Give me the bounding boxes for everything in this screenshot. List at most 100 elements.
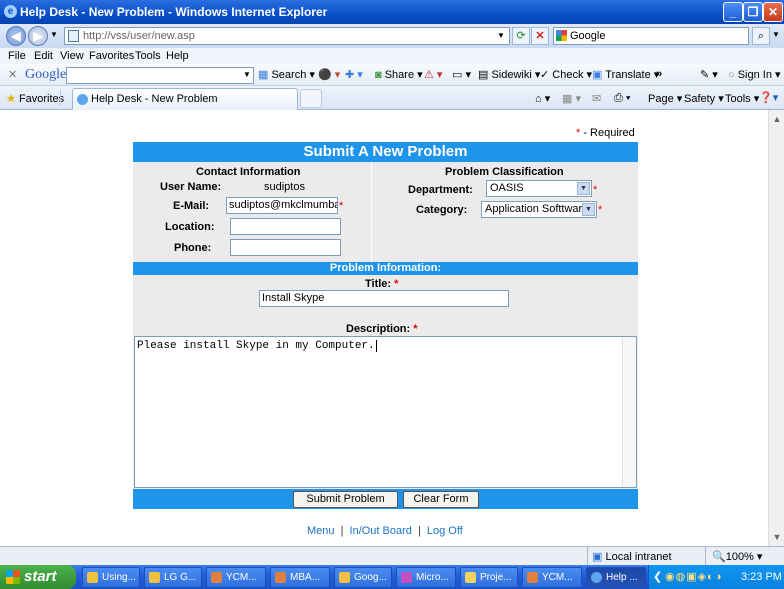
toolbar-plus-icon[interactable]: ✚ ▾ bbox=[345, 68, 363, 81]
taskbar-item[interactable]: Goog... bbox=[334, 567, 392, 588]
clear-form-button[interactable]: Clear Form bbox=[403, 491, 479, 508]
share-button[interactable]: ◙ Share ▾ bbox=[375, 68, 423, 81]
department-label: Department: bbox=[408, 184, 473, 196]
menu-help[interactable]: Help bbox=[166, 50, 189, 62]
taskbar-item[interactable]: Proje... bbox=[460, 567, 518, 588]
category-select[interactable]: Application Softtware ▼ bbox=[481, 201, 597, 218]
zoom-level-button[interactable]: 🔍100% ▾ bbox=[712, 550, 762, 563]
panel-divider bbox=[371, 162, 372, 262]
spellcheck-icon: ✓ bbox=[540, 69, 550, 81]
menu-view[interactable]: View bbox=[60, 50, 84, 62]
menu-file[interactable]: File bbox=[8, 50, 26, 62]
menu-link[interactable]: Menu bbox=[307, 525, 335, 537]
description-textarea[interactable]: Please install Skype in my Computer. bbox=[134, 336, 637, 488]
menu-edit[interactable]: Edit bbox=[34, 50, 53, 62]
department-dropdown-chevron-icon[interactable]: ▼ bbox=[577, 182, 590, 195]
footer-links: Menu | In/Out Board | Log Off bbox=[307, 525, 463, 537]
favorites-button[interactable]: ★ Favorites bbox=[6, 92, 64, 105]
menu-favorites[interactable]: Favorites bbox=[89, 50, 134, 62]
problem-info-header: Problem Information: bbox=[133, 262, 638, 275]
safety-menu-button[interactable]: Safety ▾ bbox=[684, 92, 724, 105]
location-label: Location: bbox=[165, 221, 215, 233]
clock[interactable]: 3:23 PM bbox=[741, 571, 782, 583]
department-select[interactable]: OASIS ▼ bbox=[486, 180, 592, 197]
ie-logo-icon: e bbox=[4, 5, 17, 18]
taskbar-item[interactable]: LG G... bbox=[144, 567, 202, 588]
tray-expand-icon[interactable]: ❮ bbox=[653, 570, 662, 583]
forward-button[interactable]: ▶ bbox=[28, 26, 48, 46]
read-mail-icon[interactable]: ✉ bbox=[592, 92, 601, 105]
home-icon[interactable]: ⌂ ▾ bbox=[535, 92, 550, 105]
favorites-star-icon: ★ bbox=[6, 93, 16, 105]
toolbar-settings-wrench-icon[interactable]: ✎ ▾ bbox=[700, 68, 718, 81]
log-off-link[interactable]: Log Off bbox=[427, 525, 463, 537]
share-icon: ◙ bbox=[375, 69, 382, 81]
taskbar-item[interactable]: YCM... bbox=[522, 567, 582, 588]
scroll-down-icon[interactable]: ▼ bbox=[770, 530, 784, 544]
toolbar-bookmark-icon[interactable]: ▭ ▾ bbox=[452, 68, 471, 81]
toolbar-pagerank-icon[interactable]: ⚫ ▾ bbox=[318, 68, 340, 81]
user-name-value: sudiptos bbox=[264, 181, 305, 193]
email-field[interactable]: sudiptos@mkclmumbai bbox=[226, 197, 338, 214]
google-logo: Google bbox=[25, 67, 67, 82]
required-note: * - Required bbox=[576, 127, 635, 139]
close-button[interactable]: ✕ bbox=[763, 2, 783, 22]
email-required-marker: * bbox=[339, 200, 344, 212]
inout-board-link[interactable]: In/Out Board bbox=[350, 525, 412, 537]
toolbar-separator bbox=[60, 90, 61, 106]
menu-bar: File Edit View Favorites Tools Help bbox=[0, 48, 784, 64]
google-toolbar-search-input[interactable] bbox=[66, 67, 254, 84]
recent-pages-chevron-icon[interactable]: ▼ bbox=[50, 30, 58, 39]
new-tab-button[interactable] bbox=[300, 89, 322, 108]
menu-tools[interactable]: Tools bbox=[135, 50, 161, 62]
start-button[interactable]: start bbox=[0, 565, 76, 589]
taskbar-item[interactable]: MBA... bbox=[270, 567, 330, 588]
phone-label: Phone: bbox=[174, 242, 212, 254]
spellcheck-button[interactable]: ✓ Check ▾ bbox=[540, 68, 592, 81]
close-toolbar-icon[interactable]: ✕ bbox=[8, 68, 17, 81]
title-field[interactable]: Install Skype bbox=[259, 290, 509, 307]
print-icon[interactable]: ⎙ ▾ bbox=[614, 92, 630, 105]
submit-problem-button[interactable]: Submit Problem bbox=[293, 491, 398, 508]
popup-blocker-icon[interactable]: ⚠ ▾ bbox=[424, 68, 442, 81]
minimize-button[interactable]: _ bbox=[723, 2, 743, 22]
toolbar-more-icon[interactable]: » bbox=[656, 68, 662, 80]
maximize-button[interactable]: ❐ bbox=[743, 2, 763, 22]
google-search-icon: ▦ bbox=[258, 69, 269, 81]
browser-tab-active[interactable]: Help Desk - New Problem bbox=[72, 88, 298, 110]
tray-icons[interactable]: ◉◍▣◈◐◑ bbox=[665, 570, 722, 583]
window-title-bar[interactable]: e Help Desk - New Problem - Windows Inte… bbox=[0, 0, 784, 24]
sign-in-icon: ○ bbox=[728, 69, 735, 81]
page-icon bbox=[68, 30, 79, 42]
scroll-up-icon[interactable]: ▲ bbox=[770, 112, 784, 126]
category-label: Category: bbox=[416, 204, 468, 216]
stop-icon[interactable]: ✕ bbox=[531, 27, 549, 45]
search-input[interactable]: Google bbox=[553, 27, 749, 45]
search-button-magnifier-icon[interactable]: ⌕ bbox=[752, 27, 770, 45]
google-search-button[interactable]: ▦ Search ▾ bbox=[258, 68, 315, 81]
sign-in-button[interactable]: ○ Sign In ▾ bbox=[728, 68, 781, 81]
feeds-icon[interactable]: ▦ ▾ bbox=[562, 92, 581, 105]
translate-button[interactable]: ▣ Translate ▾ bbox=[592, 68, 659, 81]
address-dropdown-icon[interactable]: ▼ bbox=[494, 28, 508, 44]
sidewiki-button[interactable]: ▤ Sidewiki ▾ bbox=[478, 68, 540, 81]
taskbar-item[interactable]: Micro... bbox=[396, 567, 456, 588]
refresh-icon[interactable]: ⟳ bbox=[512, 27, 530, 45]
google-search-icon bbox=[556, 30, 567, 41]
google-search-dropdown-icon[interactable]: ▼ bbox=[243, 70, 251, 79]
phone-field[interactable] bbox=[230, 239, 341, 256]
taskbar-item[interactable]: YCM... bbox=[206, 567, 266, 588]
security-zone[interactable]: ▣ Local intranet bbox=[592, 550, 672, 563]
search-options-icon[interactable]: ▼ bbox=[770, 27, 782, 45]
location-field[interactable] bbox=[230, 218, 341, 235]
address-bar-input[interactable]: http://vss/user/new.asp bbox=[64, 27, 510, 45]
help-icon[interactable]: ❓▾ bbox=[759, 91, 778, 104]
taskbar-item-active[interactable]: Help ... bbox=[586, 567, 646, 588]
category-dropdown-chevron-icon[interactable]: ▼ bbox=[582, 203, 595, 216]
page-menu-button[interactable]: Page ▾ bbox=[648, 92, 682, 105]
vertical-scrollbar[interactable]: ▲ ▼ bbox=[768, 110, 784, 546]
description-scrollbar[interactable] bbox=[622, 337, 636, 487]
tools-menu-button[interactable]: Tools ▾ bbox=[725, 92, 759, 105]
taskbar-item[interactable]: Using... bbox=[82, 567, 140, 588]
back-button[interactable]: ◀ bbox=[6, 26, 26, 46]
